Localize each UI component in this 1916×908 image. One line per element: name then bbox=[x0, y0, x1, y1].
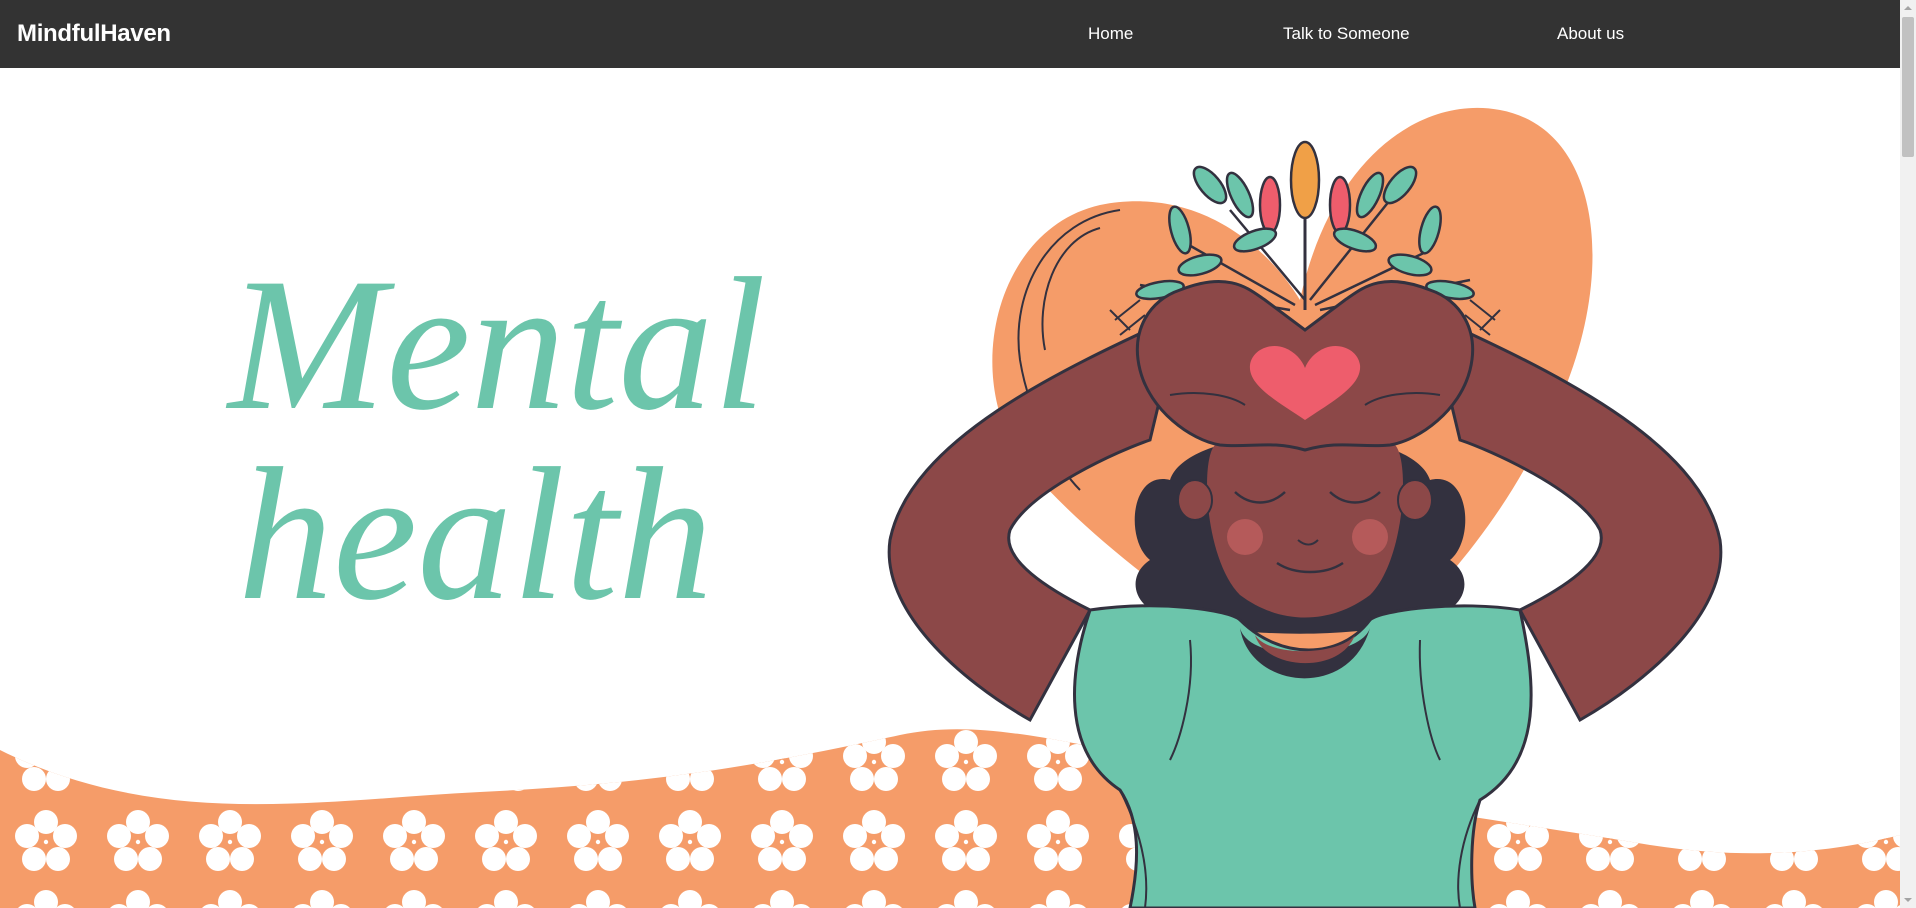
flower-pattern-band bbox=[0, 729, 1900, 908]
top-navbar: MindfulHaven Home Talk to Someone About … bbox=[0, 0, 1900, 68]
page-scrollbar[interactable] bbox=[1900, 0, 1916, 908]
scroll-up-arrow-icon[interactable] bbox=[1900, 0, 1916, 16]
scrollbar-thumb[interactable] bbox=[1902, 17, 1914, 157]
nav-link-home[interactable]: Home bbox=[1088, 0, 1133, 68]
nav-link-talk-to-someone[interactable]: Talk to Someone bbox=[1283, 0, 1410, 68]
hero-section: Mental health bbox=[0, 68, 1900, 908]
nav-link-about-us[interactable]: About us bbox=[1557, 0, 1624, 68]
hero-title-line-2: health bbox=[238, 430, 713, 640]
hero-title-line-1: Mental bbox=[225, 240, 766, 450]
hero-illustration: Mental health bbox=[0, 107, 1900, 908]
brand-logo[interactable]: MindfulHaven bbox=[17, 0, 171, 68]
scroll-down-arrow-icon[interactable] bbox=[1900, 892, 1916, 908]
